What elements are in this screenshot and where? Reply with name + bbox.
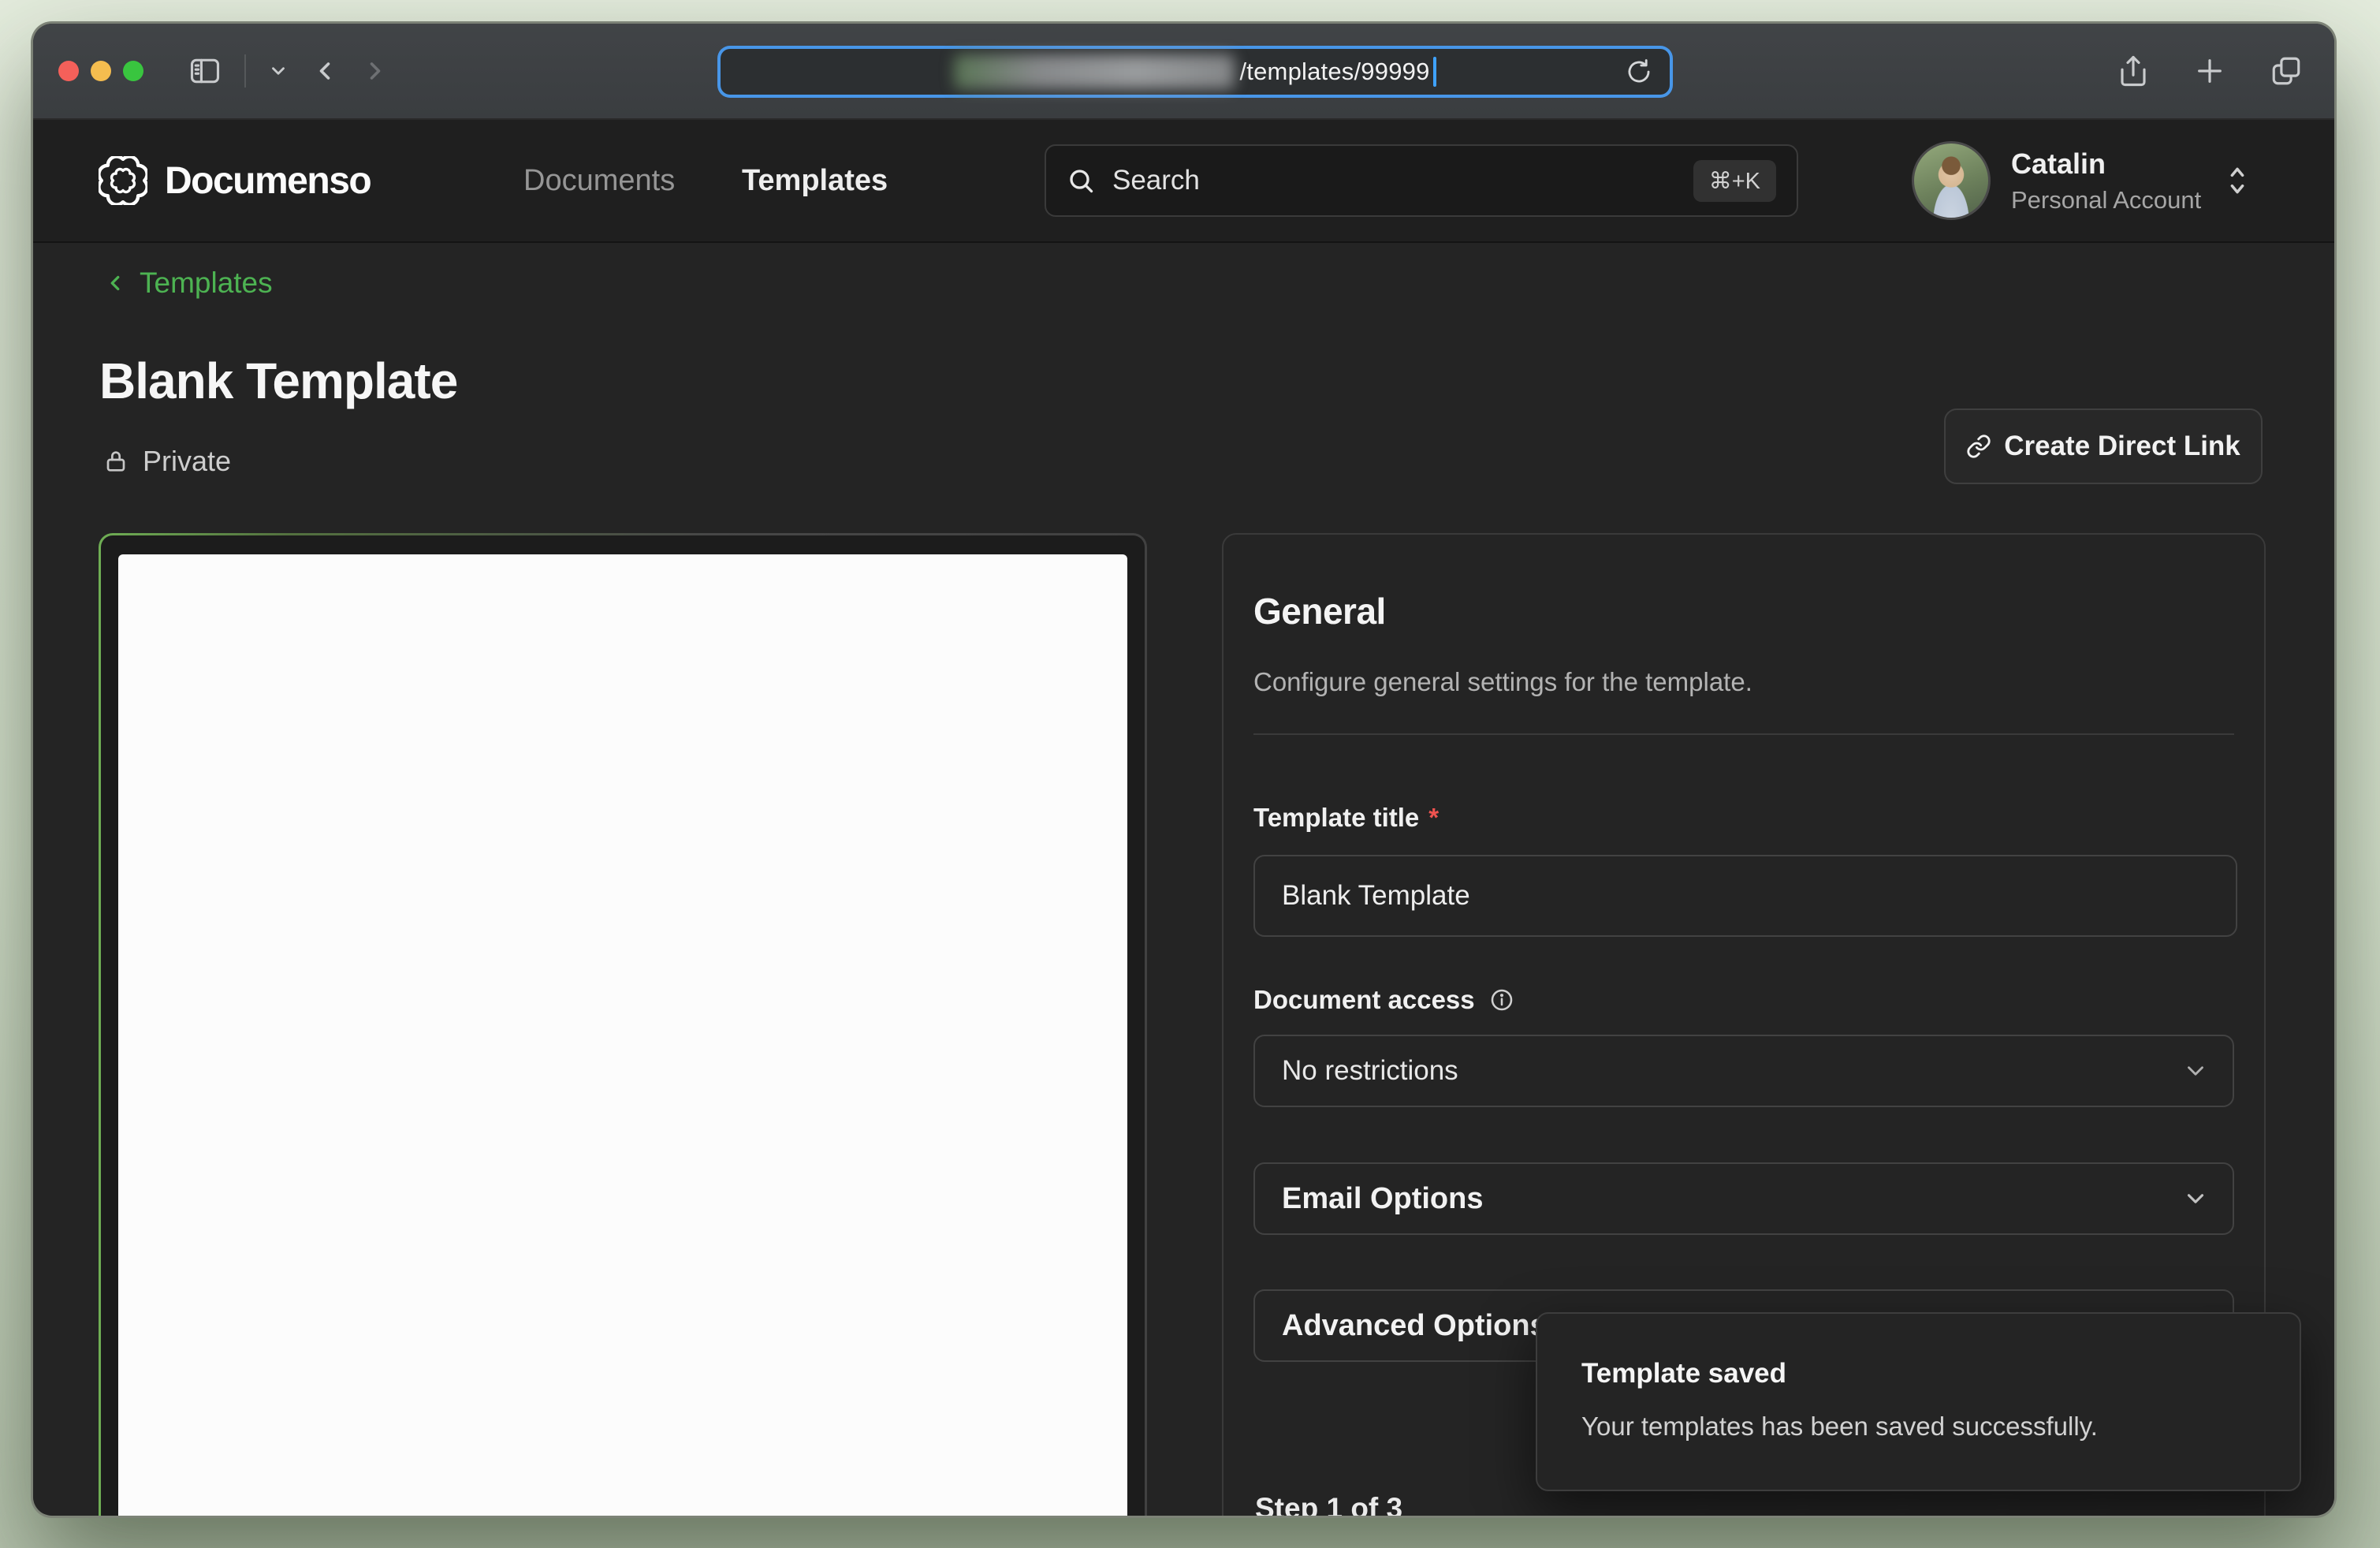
documenso-brand[interactable]: Documenso xyxy=(99,120,371,241)
pdf-page-blank xyxy=(118,554,1127,1516)
document-access-value: No restrictions xyxy=(1282,1055,1458,1087)
toast-title: Template saved xyxy=(1581,1358,2255,1389)
email-options-label: Email Options xyxy=(1282,1182,1483,1216)
account-type: Personal Account xyxy=(2011,186,2201,214)
search-shortcut-badge: ⌘+K xyxy=(1693,160,1776,202)
template-title-label-text: Template title xyxy=(1253,803,1419,833)
visibility-status: Private xyxy=(103,445,231,478)
page-content: Templates Blank Template Private xyxy=(33,243,2334,1514)
address-bar[interactable]: /templates/99999 xyxy=(721,49,1670,95)
app-header: Documenso Documents Templates Search ⌘+K… xyxy=(33,120,2334,243)
document-access-label: Document access xyxy=(1253,985,2234,1015)
toolbar-left-icons xyxy=(188,24,389,118)
breadcrumb-templates[interactable]: Templates xyxy=(103,267,273,300)
tab-overview-icon[interactable] xyxy=(2270,54,2303,88)
document-preview-card xyxy=(99,533,1147,1516)
minimize-window-button[interactable] xyxy=(91,61,111,81)
browser-toolbar: /templates/99999 xyxy=(33,24,2334,120)
page-title: Blank Template xyxy=(99,352,457,410)
zoom-window-button[interactable] xyxy=(123,61,143,81)
back-button-icon[interactable] xyxy=(311,57,339,85)
create-direct-link-label: Create Direct Link xyxy=(2004,431,2240,462)
account-name: Catalin xyxy=(2011,147,2201,181)
link-icon xyxy=(1966,434,1991,459)
toast-message: Your templates has been saved successful… xyxy=(1581,1412,2255,1442)
share-icon[interactable] xyxy=(2117,54,2150,88)
documenso-logo-icon xyxy=(99,156,147,205)
search-icon xyxy=(1067,166,1095,195)
toolbar-divider xyxy=(244,54,246,88)
lock-icon xyxy=(103,449,128,474)
document-preview-inner xyxy=(101,535,1145,1516)
required-asterisk: * xyxy=(1428,803,1439,833)
url-text: /templates/99999 xyxy=(1239,58,1429,86)
sidebar-toggle-icon[interactable] xyxy=(188,54,222,88)
avatar xyxy=(1912,141,1991,220)
advanced-options-label: Advanced Options xyxy=(1282,1309,1547,1343)
desktop-background: /templates/99999 xyxy=(0,0,2380,1548)
chevron-down-icon[interactable] xyxy=(268,61,289,81)
nav-templates[interactable]: Templates xyxy=(742,120,888,241)
nav-documents[interactable]: Documents xyxy=(523,120,675,241)
email-options-accordion[interactable]: Email Options xyxy=(1253,1162,2234,1235)
step-indicator: Step 1 of 3 xyxy=(1255,1492,1402,1516)
traffic-lights xyxy=(58,24,143,118)
chevron-left-icon xyxy=(103,271,127,295)
info-icon[interactable] xyxy=(1489,987,1514,1013)
chevrons-up-down-icon xyxy=(2225,162,2250,199)
search-input[interactable]: Search ⌘+K xyxy=(1045,144,1798,217)
settings-heading: General xyxy=(1253,590,2234,632)
visibility-label: Private xyxy=(143,445,231,478)
template-title-input[interactable] xyxy=(1253,855,2237,937)
chevron-down-icon xyxy=(2182,1185,2209,1212)
template-title-label: Template title * xyxy=(1253,803,2234,833)
chevron-down-icon xyxy=(2182,1057,2209,1084)
toast-notification: Template saved Your templates has been s… xyxy=(1536,1312,2301,1491)
close-window-button[interactable] xyxy=(58,61,79,81)
account-menu-button[interactable]: Catalin Personal Account xyxy=(1912,141,2250,220)
breadcrumb-label: Templates xyxy=(140,267,273,300)
browser-window: /templates/99999 xyxy=(33,24,2334,1516)
search-placeholder: Search xyxy=(1112,165,1200,196)
new-tab-icon[interactable] xyxy=(2194,55,2225,87)
settings-divider xyxy=(1253,733,2234,735)
toolbar-right-icons xyxy=(2117,24,2303,118)
create-direct-link-button[interactable]: Create Direct Link xyxy=(1944,408,2263,484)
account-text: Catalin Personal Account xyxy=(2011,147,2201,214)
document-access-label-text: Document access xyxy=(1253,985,1475,1015)
settings-description: Configure general settings for the templ… xyxy=(1253,667,2234,697)
document-access-select[interactable]: No restrictions xyxy=(1253,1035,2234,1107)
url-redacted-blur xyxy=(954,54,1235,89)
brand-wordmark: Documenso xyxy=(165,159,371,203)
reload-icon[interactable] xyxy=(1626,58,1652,85)
text-caret xyxy=(1433,57,1436,87)
forward-button-icon[interactable] xyxy=(361,57,389,85)
